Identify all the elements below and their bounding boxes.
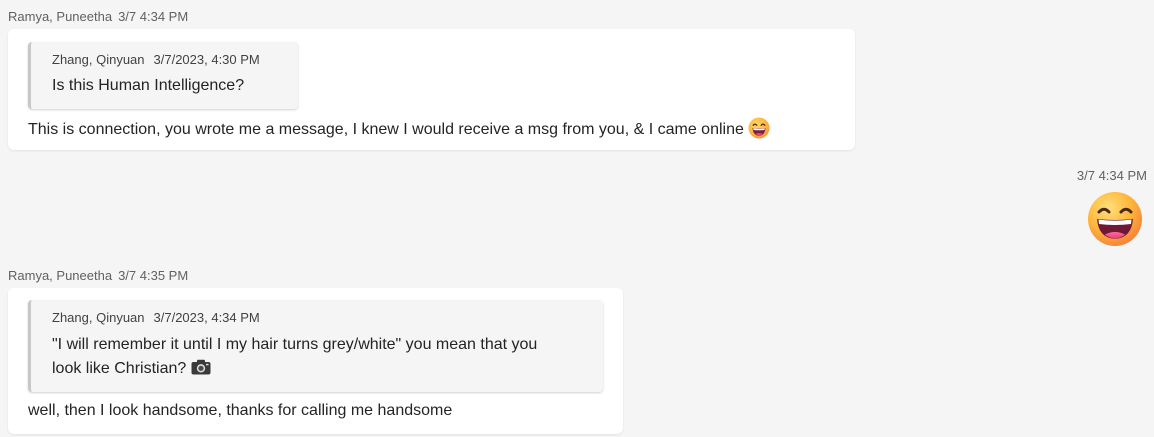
- quote-text: Is this Human Intelligence?: [52, 77, 245, 94]
- quote-timestamp: 3/7/2023, 4:34 PM: [153, 310, 260, 325]
- message-header: Ramya, Puneetha 3/7 4:34 PM: [8, 9, 188, 24]
- quote-text-line: "I will remember it until I my hair turn…: [52, 336, 538, 353]
- quote-header: Zhang, Qinyuan 3/7/2023, 4:30 PM: [52, 52, 260, 67]
- quote-author: Zhang, Qinyuan: [52, 52, 145, 67]
- message-body: well, then I look handsome, thanks for c…: [28, 402, 453, 419]
- message-text: This is connection, you wrote me a messa…: [28, 121, 744, 138]
- quote-header: Zhang, Qinyuan 3/7/2023, 4:34 PM: [52, 310, 260, 325]
- message-bubble[interactable]: Zhang, Qinyuan 3/7/2023, 4:30 PM Is this …: [8, 29, 855, 150]
- quote-timestamp: 3/7/2023, 4:30 PM: [153, 52, 260, 67]
- quoted-message[interactable]: Zhang, Qinyuan 3/7/2023, 4:30 PM Is this …: [28, 42, 298, 109]
- quote-text-line-content: look like Christian?: [52, 360, 187, 377]
- message-author: Ramya, Puneetha: [8, 9, 113, 24]
- quote-text-line: look like Christian?: [52, 357, 537, 381]
- message-body: This is connection, you wrote me a messa…: [28, 117, 770, 141]
- message-author: Ramya, Puneetha: [8, 268, 113, 283]
- message-timestamp: 3/7 4:34 PM: [1076, 168, 1147, 183]
- grinning-squinting-face-icon: [748, 117, 770, 139]
- chat-thread: Ramya, Puneetha 3/7 4:34 PM Zhang, Qinyua…: [0, 0, 1154, 437]
- message-timestamp: 3/7 4:35 PM: [118, 268, 189, 283]
- message-bubble[interactable]: Zhang, Qinyuan 3/7/2023, 4:34 PM "I will …: [8, 288, 623, 434]
- quote-author: Zhang, Qinyuan: [52, 310, 145, 325]
- message-timestamp: 3/7 4:34 PM: [118, 9, 189, 24]
- grinning-squinting-face-icon[interactable]: [1087, 191, 1143, 247]
- quote-text: "I will remember it until I my hair turn…: [52, 333, 537, 381]
- message-header: Ramya, Puneetha 3/7 4:35 PM: [8, 268, 188, 283]
- quoted-message[interactable]: Zhang, Qinyuan 3/7/2023, 4:34 PM "I will …: [28, 300, 603, 392]
- camera-icon: [191, 359, 211, 375]
